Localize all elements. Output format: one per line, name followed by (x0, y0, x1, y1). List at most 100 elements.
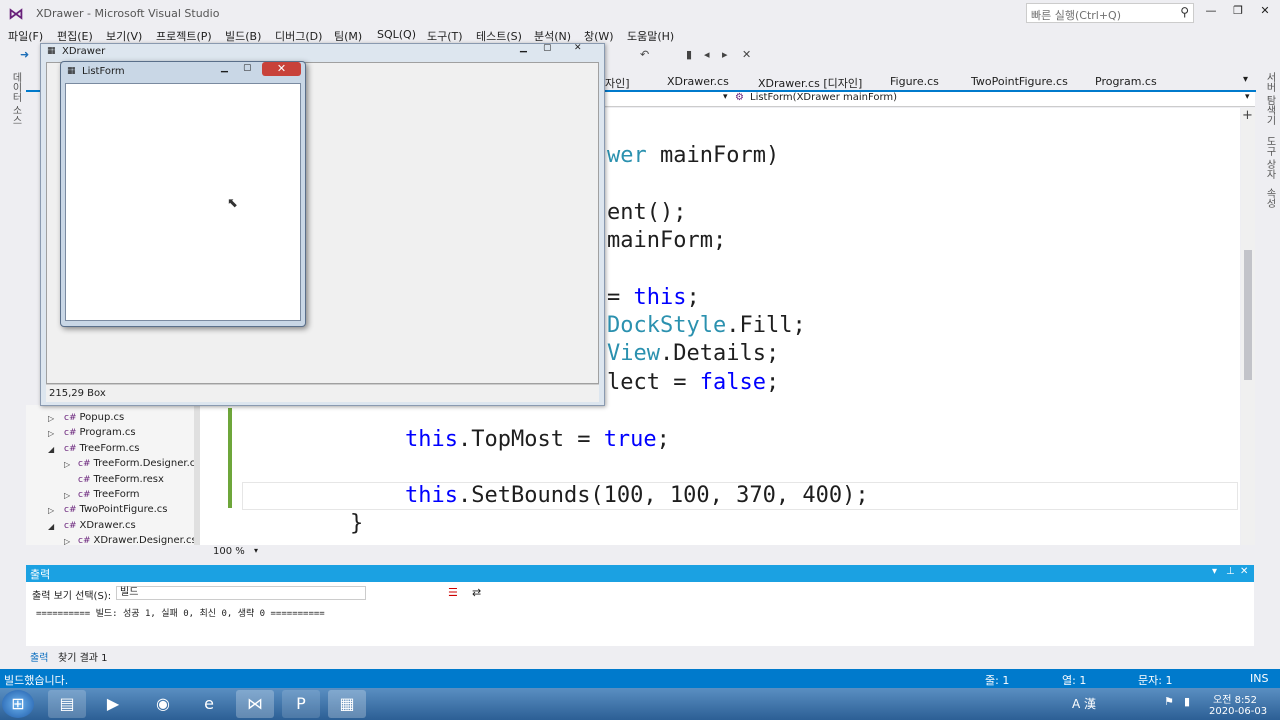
member-dropdown[interactable]: ListForm(XDrawer mainForm) (750, 92, 897, 103)
bookmark-next-icon[interactable]: ▸ (722, 48, 728, 61)
tree-item-label: TreeForm.cs (79, 442, 140, 454)
powerpoint-icon[interactable]: P (282, 690, 320, 718)
tree-item[interactable]: c# TwoPointFigure.cs (64, 504, 168, 515)
mouse-cursor-icon: ⬉ (227, 196, 238, 211)
listform-maximize-button[interactable]: ▢ (243, 63, 252, 73)
horizontal-scrollbar[interactable] (30, 545, 1240, 558)
server-explorer-tab[interactable]: 서버 탐색기 (1262, 72, 1277, 125)
xdrawer-title: XDrawer (62, 46, 106, 57)
explorer-icon[interactable]: ▤ (48, 690, 86, 718)
status-line: 줄: 1 (985, 674, 1010, 687)
listform-close-button[interactable]: ✕ (262, 62, 301, 76)
minimize-button[interactable]: — (1198, 4, 1224, 22)
tree-expand-icon[interactable]: ▷ (48, 414, 54, 423)
clock-date[interactable]: 2020-06-03 (1209, 706, 1267, 717)
menu-project[interactable]: 프로젝트(P) (156, 28, 212, 44)
tab-output[interactable]: 출력 (30, 649, 48, 664)
bookmark-prev-icon[interactable]: ◂ (704, 48, 710, 61)
listform-list-view[interactable] (65, 83, 301, 321)
panel-dropdown-icon[interactable]: ▾ (1212, 566, 1217, 577)
solution-scrollbar[interactable] (194, 405, 200, 545)
menu-tools[interactable]: 도구(T) (427, 28, 463, 44)
bookmark-icon[interactable]: ▮ (686, 48, 692, 61)
left-tool-strip: 데이터 소스 (0, 68, 26, 548)
code-line-select: lect = false; (607, 370, 780, 395)
menu-team[interactable]: 팀(M) (334, 28, 362, 44)
word-wrap-icon[interactable]: ⇄ (472, 586, 481, 599)
tab-find-results[interactable]: 찾기 결과 1 (58, 649, 108, 664)
zoom-level[interactable]: 100 % (213, 546, 245, 557)
tab-figure-cs[interactable]: Figure.cs (890, 75, 939, 88)
panel-close-icon[interactable]: ✕ (1240, 566, 1248, 577)
xdrawer-app-icon[interactable]: ▦ (328, 690, 366, 718)
tab-xdrawer-cs[interactable]: XDrawer.cs (667, 75, 729, 88)
tree-item[interactable]: c# XDrawer.cs (64, 520, 136, 531)
code-line-this: = this; (607, 285, 700, 310)
properties-tab[interactable]: 속성 (1262, 188, 1277, 208)
tab-listform-designer[interactable]: 자인] (605, 75, 630, 91)
xdrawer-close-button[interactable]: ✕ (574, 43, 582, 53)
tree-expand-icon[interactable]: ▷ (48, 506, 54, 515)
right-tool-strip: 서버 탐색기 도구 상자 속성 (1256, 68, 1280, 548)
clear-all-icon[interactable]: ☰ (448, 586, 458, 599)
code-line-setbounds: this.SetBounds(100, 100, 370, 400); (405, 483, 869, 508)
back-icon[interactable]: ➜ (20, 48, 29, 61)
menu-help[interactable]: 도움말(H) (627, 28, 674, 44)
close-button[interactable]: ✕ (1252, 4, 1278, 22)
menu-view[interactable]: 보기(V) (106, 28, 142, 44)
tree-item-label: TreeForm.resx (93, 473, 164, 485)
member-dropdown-arrow-icon[interactable]: ▾ (1245, 92, 1250, 102)
menu-analyze[interactable]: 분석(N) (534, 28, 571, 44)
menu-window[interactable]: 창(W) (584, 28, 614, 44)
tab-twopointfigure-cs[interactable]: TwoPointFigure.cs (971, 75, 1068, 88)
tree-item[interactable]: c# TreeForm.resx (78, 474, 164, 485)
xdrawer-minimize-button[interactable]: ▁ (520, 43, 527, 53)
tree-expand-icon[interactable]: ▷ (48, 429, 54, 438)
menu-file[interactable]: 파일(F) (8, 28, 43, 44)
editor-scroll-thumb[interactable] (1244, 250, 1252, 380)
menu-debug[interactable]: 디버그(D) (275, 28, 322, 44)
media-player-icon[interactable]: ▶ (94, 690, 132, 718)
visual-studio-taskbar-icon[interactable]: ⋈ (236, 690, 274, 718)
clock-time[interactable]: 오전 8:52 (1213, 691, 1257, 706)
bookmark-clear-icon[interactable]: ✕ (742, 48, 751, 61)
network-icon[interactable]: ▮ (1184, 695, 1190, 708)
tab-overflow-icon[interactable]: ▾ (1243, 74, 1248, 85)
output-source-select[interactable]: 빌드 (116, 586, 366, 600)
xdrawer-maximize-button[interactable]: ▢ (543, 43, 552, 53)
start-button-icon[interactable]: ⊞ (2, 690, 34, 718)
menu-sql[interactable]: SQL(Q) (377, 28, 416, 41)
data-sources-tab[interactable]: 데이터 소스 (8, 72, 23, 125)
restore-button[interactable]: ❐ (1225, 4, 1251, 22)
flag-icon[interactable]: ⚑ (1164, 695, 1174, 708)
listform-minimize-button[interactable]: ▁ (221, 63, 228, 73)
tree-item[interactable]: c# TreeForm.Designer.cs (78, 458, 200, 469)
menu-build[interactable]: 빌드(B) (225, 28, 261, 44)
tree-item[interactable]: c# TreeForm.cs (64, 443, 139, 454)
tree-item[interactable]: c# TreeForm (78, 489, 140, 500)
split-icon[interactable]: + (1242, 108, 1253, 123)
zoom-dropdown-icon[interactable]: ▾ (254, 546, 258, 555)
listform-title: ListForm (82, 66, 125, 77)
tree-expand-icon[interactable]: ▷ (64, 491, 70, 500)
tree-item[interactable]: c# Program.cs (64, 427, 136, 438)
class-dropdown-arrow-icon[interactable]: ▾ (723, 92, 728, 102)
code-line-dock: DockStyle.Fill; (607, 313, 806, 338)
tree-expand-icon[interactable]: ◢ (48, 445, 54, 454)
tree-expand-icon[interactable]: ◢ (48, 522, 54, 531)
tab-program-cs[interactable]: Program.cs (1095, 75, 1157, 88)
toolbox-tab[interactable]: 도구 상자 (1262, 136, 1277, 179)
tree-expand-icon[interactable]: ▷ (64, 460, 70, 469)
internet-explorer-icon[interactable]: e (190, 690, 228, 718)
quick-launch-input[interactable]: 빠른 실행(Ctrl+Q) ⚲ (1026, 3, 1194, 23)
menu-edit[interactable]: 편집(E) (57, 28, 93, 44)
tab-xdrawer-designer[interactable]: XDrawer.cs [디자인] (758, 75, 862, 91)
code-line-constructor: wer mainForm) (607, 143, 780, 168)
pin-icon[interactable]: ⊥ (1226, 566, 1235, 577)
tree-item[interactable]: c# Popup.cs (64, 412, 124, 423)
undo-icon[interactable]: ↶ (640, 48, 649, 61)
menu-test[interactable]: 테스트(S) (476, 28, 522, 44)
code-line-close-brace: } (350, 511, 364, 536)
chrome-icon[interactable]: ◉ (144, 690, 182, 718)
ime-indicator[interactable]: A 漢 (1072, 695, 1096, 712)
